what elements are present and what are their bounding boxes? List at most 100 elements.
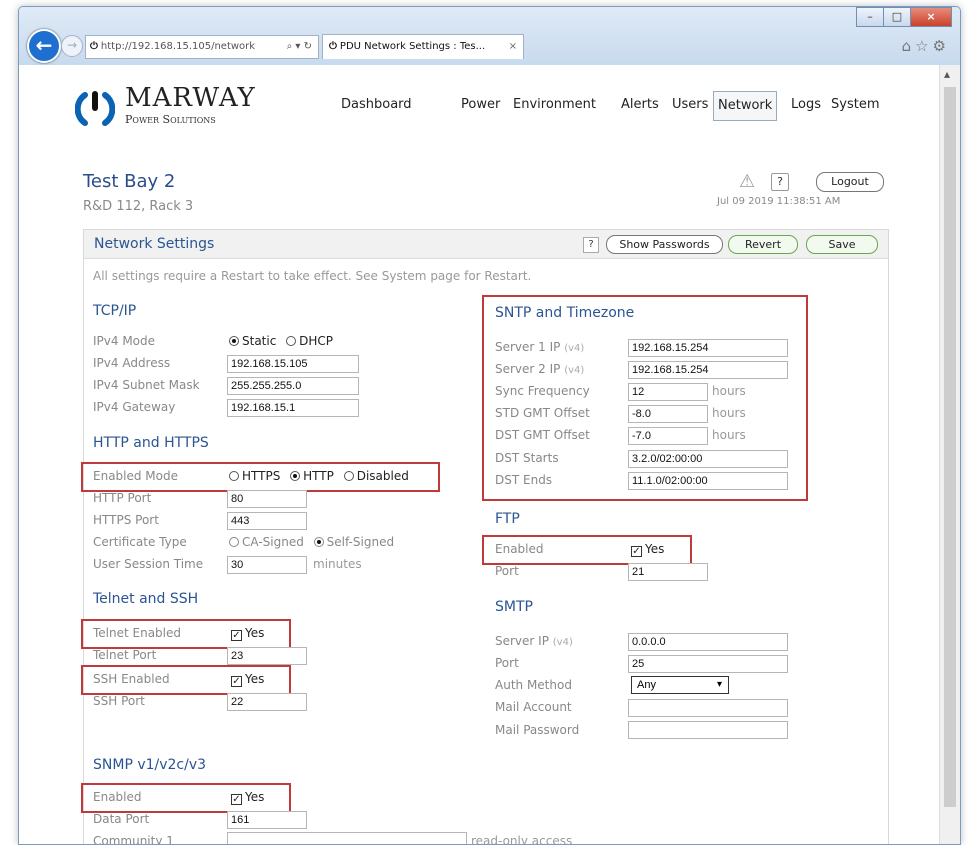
tab-title: PDU Network Settings : Tes...	[339, 41, 486, 52]
smtp-server-input[interactable]	[628, 633, 788, 651]
snmp-enabled-checkbox[interactable]: ✓ Yes	[231, 790, 264, 805]
vertical-scrollbar[interactable]: ▴	[939, 65, 960, 844]
marway-logo-icon	[75, 91, 115, 126]
checkbox-icon: ✓	[231, 794, 242, 805]
dst-ends-input[interactable]	[628, 472, 788, 490]
nav-logs[interactable]: Logs	[791, 91, 821, 119]
snmp-data-port-label: Data Port	[93, 812, 150, 826]
std-unit: hours	[712, 406, 746, 420]
tcpip-heading: TCP/IP	[93, 303, 137, 319]
ipv4-mask-label: IPv4 Subnet Mask	[93, 378, 200, 392]
nav-alerts[interactable]: Alerts	[621, 91, 659, 119]
brand-name: MARWAY	[125, 83, 256, 113]
snmp-enabled-label: Enabled	[93, 790, 142, 804]
sync-frequency-input[interactable]	[628, 383, 708, 401]
back-button[interactable]: ←	[27, 29, 61, 63]
nav-users[interactable]: Users	[672, 91, 708, 119]
ipv4-address-input[interactable]	[227, 355, 359, 373]
browser-titlebar: – □ × ← → ⏻ http://192.168.15.105/network…	[19, 7, 960, 65]
cert-type-label: Certificate Type	[93, 535, 187, 549]
ftp-port-input[interactable]	[628, 563, 708, 581]
warning-icon[interactable]: ⚠	[739, 171, 755, 192]
server1-input[interactable]	[628, 339, 788, 357]
dst-starts-input[interactable]	[628, 450, 788, 468]
show-passwords-button[interactable]: Show Passwords	[606, 235, 723, 254]
telnet-port-input[interactable]	[227, 647, 307, 665]
maximize-button[interactable]: □	[883, 7, 911, 27]
mail-account-label: Mail Account	[495, 700, 572, 714]
ipv4-mask-input[interactable]	[227, 377, 359, 395]
mail-password-input[interactable]	[628, 721, 788, 739]
ca-signed-radio[interactable]	[229, 537, 239, 547]
page-viewport: MARWAY Power Solutions Dashboard Power E…	[19, 65, 939, 844]
ipv4-gateway-input[interactable]	[227, 399, 359, 417]
search-refresh-icons[interactable]: ⌕ ▾ ↻	[287, 36, 312, 58]
disabled-radio[interactable]	[343, 471, 354, 481]
smtp-server-label-text: Server IP	[495, 634, 549, 648]
ssh-enabled-text: Yes	[245, 672, 265, 686]
smtp-v4-tag: (v4)	[552, 637, 573, 648]
toolbar-icons[interactable]: ⌂☆⚙	[902, 37, 950, 55]
snmp-data-port-input[interactable]	[227, 811, 307, 829]
browser-window: – □ × ← → ⏻ http://192.168.15.105/network…	[18, 6, 961, 845]
forward-button[interactable]: →	[61, 35, 83, 57]
smtp-port-input[interactable]	[628, 655, 788, 673]
auth-method-select[interactable]: Any ▾	[631, 676, 729, 694]
session-unit: minutes	[313, 557, 362, 571]
telnet-enabled-checkbox[interactable]: ✓ Yes	[231, 626, 264, 641]
https-radio[interactable]	[229, 471, 239, 481]
address-bar[interactable]: ⏻ http://192.168.15.105/network ⌕ ▾ ↻	[85, 35, 319, 59]
panel-help-button[interactable]: ?	[583, 237, 599, 253]
server2-input[interactable]	[628, 361, 788, 379]
scroll-up-icon[interactable]: ▴	[944, 67, 950, 81]
session-time-input[interactable]	[227, 556, 307, 574]
page-location: R&D 112, Rack 3	[83, 199, 194, 214]
ftp-enabled-label: Enabled	[495, 542, 544, 556]
address-url: http://192.168.15.105/network	[100, 41, 256, 52]
panel-header: Network Settings ? Show Passwords Revert…	[84, 230, 888, 259]
std-offset-input[interactable]	[628, 405, 708, 423]
minimize-button[interactable]: –	[856, 7, 884, 27]
save-button[interactable]: Save	[806, 235, 878, 254]
nav-system[interactable]: System	[831, 91, 879, 119]
mail-account-input[interactable]	[628, 699, 788, 717]
nav-dashboard[interactable]: Dashboard	[341, 91, 412, 119]
help-button[interactable]: ?	[771, 173, 789, 191]
ftp-enabled-checkbox[interactable]: ✓ Yes	[631, 542, 664, 557]
checkbox-icon: ✓	[231, 676, 242, 687]
disabled-label: Disabled	[356, 469, 409, 483]
ssh-enabled-checkbox[interactable]: ✓ Yes	[231, 672, 264, 687]
brand-subtitle: Power Solutions	[125, 113, 216, 126]
dst-offset-input[interactable]	[628, 427, 708, 445]
dhcp-radio[interactable]	[286, 336, 297, 346]
sync-unit: hours	[712, 384, 746, 398]
panel-title: Network Settings	[94, 236, 215, 252]
server2-label-text: Server 2 IP	[495, 362, 561, 376]
static-radio[interactable]	[229, 336, 239, 346]
browser-tab[interactable]: ⏻ PDU Network Settings : Tes... ×	[322, 34, 524, 59]
self-signed-radio[interactable]	[313, 537, 324, 547]
telnet-ssh-heading: Telnet and SSH	[93, 591, 199, 607]
close-window-button[interactable]: ×	[910, 7, 952, 27]
http-radio[interactable]	[290, 471, 301, 481]
community1-input[interactable]	[227, 832, 467, 844]
https-label: HTTPS	[242, 469, 281, 483]
page-title: Test Bay 2	[83, 171, 176, 192]
nav-network[interactable]: Network	[713, 91, 778, 121]
snmp-heading: SNMP v1/v2c/v3	[93, 757, 207, 773]
smtp-port-label: Port	[495, 656, 519, 670]
ipv4-gateway-label: IPv4 Gateway	[93, 400, 176, 414]
revert-button[interactable]: Revert	[728, 235, 798, 254]
https-port-input[interactable]	[227, 512, 307, 530]
tab-close-icon[interactable]: ×	[509, 35, 517, 59]
http-port-input[interactable]	[227, 490, 307, 508]
http-heading: HTTP and HTTPS	[93, 435, 209, 451]
dst-unit: hours	[712, 428, 746, 442]
scroll-thumb[interactable]	[944, 87, 956, 807]
nav-power[interactable]: Power	[461, 91, 500, 119]
logout-button[interactable]: Logout	[816, 172, 884, 192]
session-time-label: User Session Time	[93, 557, 204, 571]
chevron-down-icon: ▾	[716, 679, 722, 690]
ssh-port-input[interactable]	[227, 693, 307, 711]
nav-environment[interactable]: Environment	[513, 91, 596, 119]
